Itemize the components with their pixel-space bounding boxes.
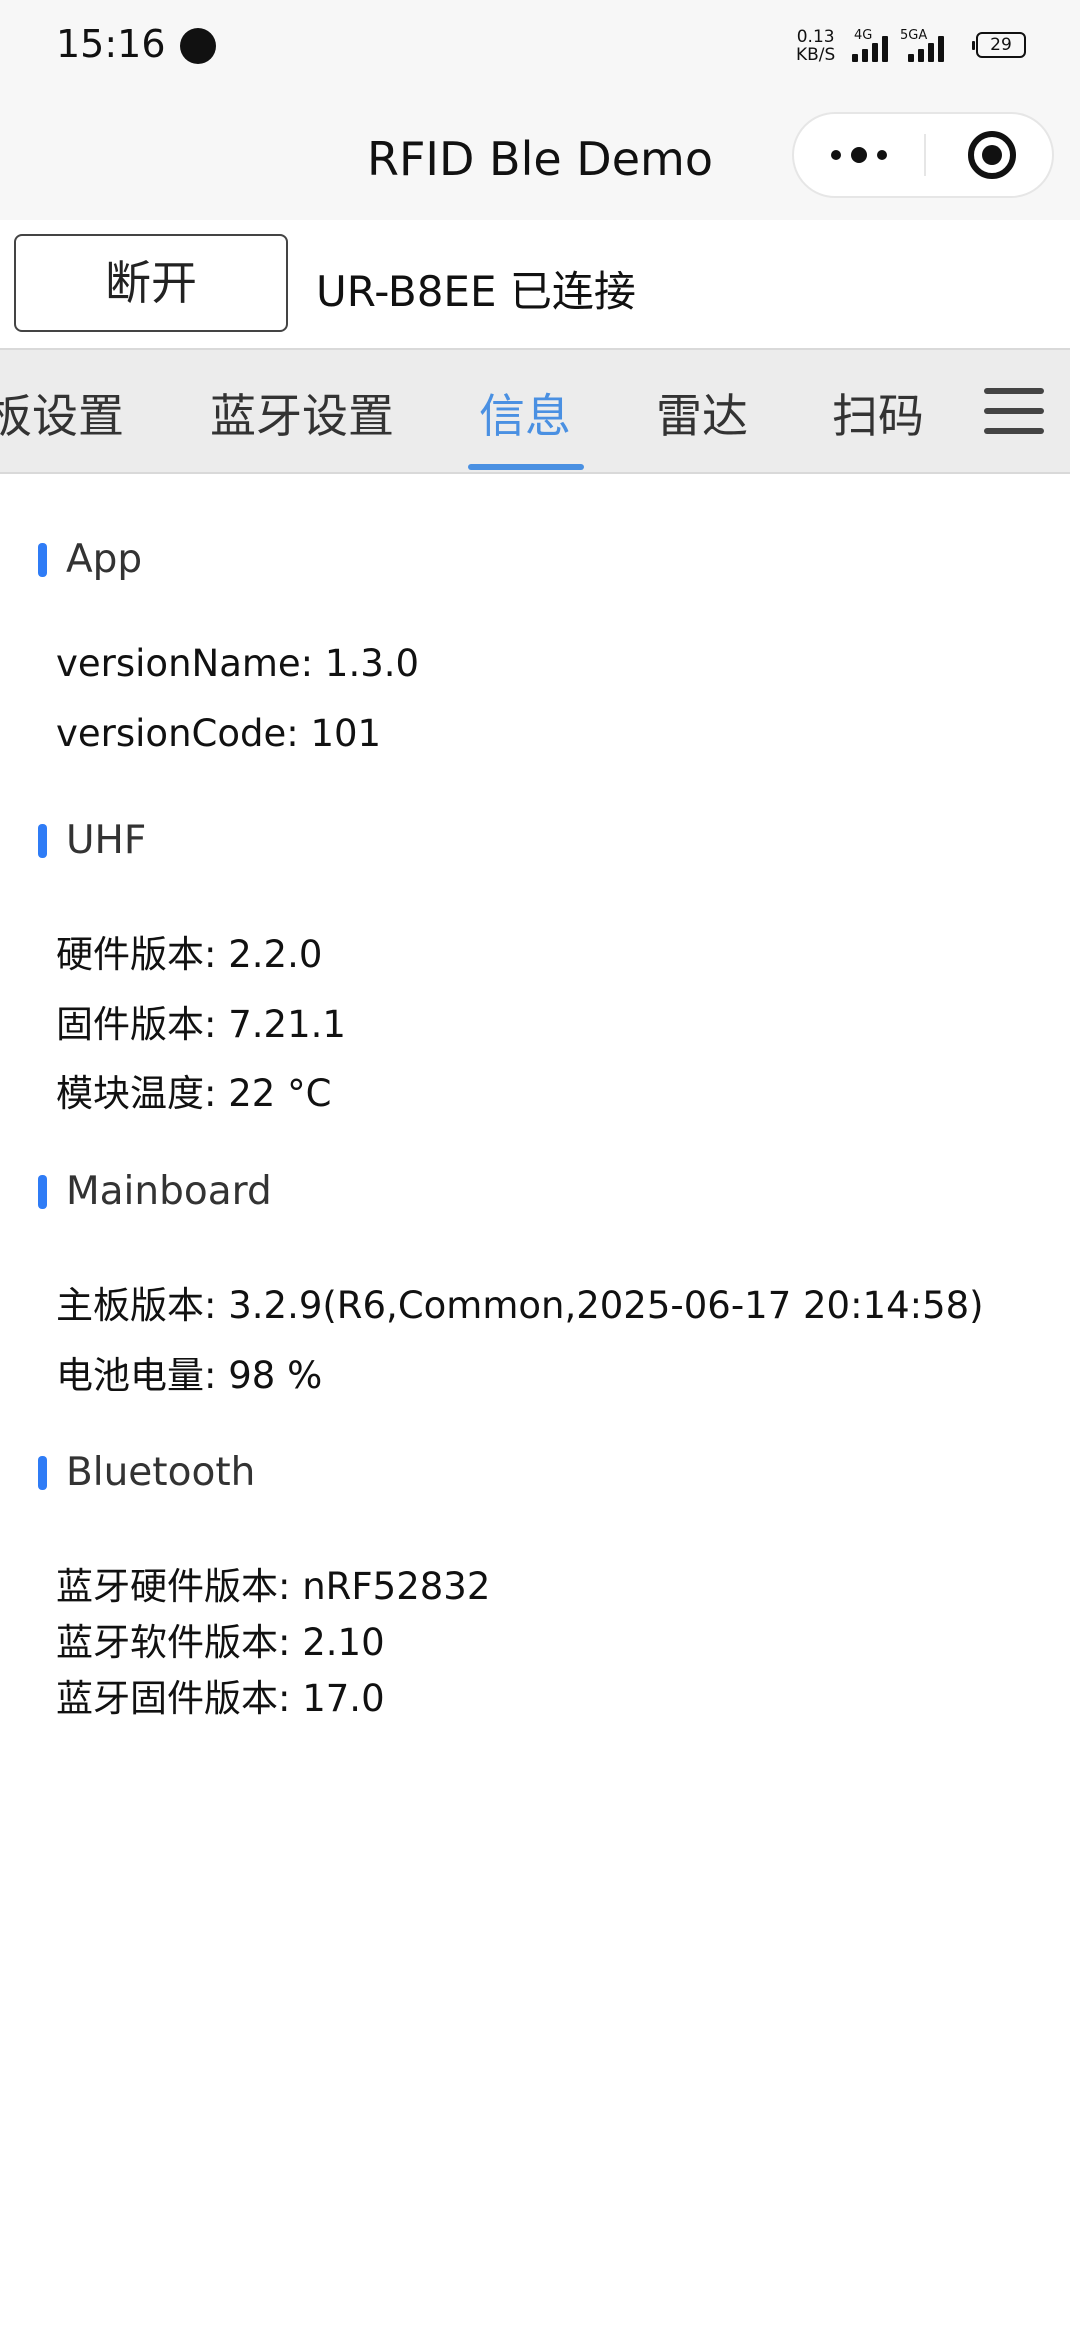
capsule-divider [924,134,926,176]
status-bar: 15:16 0.13 KB/S 4G 5GA 29 [0,0,1080,92]
tab-radar[interactable]: 雷达 [656,380,748,446]
navigation-bar: RFID Ble Demo [0,92,1080,220]
info-line: 硬件版本: 2.2.0 [56,933,323,976]
miniprogram-capsule [792,112,1054,198]
section-marker [38,1456,47,1490]
info-line: 电池电量: 98 % [56,1354,323,1397]
active-tab-indicator [468,464,584,470]
more-dots-icon[interactable] [794,114,924,196]
section-marker [38,1175,47,1209]
network-speed-unit: KB/S [796,45,836,65]
connection-status: UR-B8EE 已连接 [316,267,636,316]
target-circle-icon[interactable] [968,131,1016,179]
disconnect-button[interactable]: 断开 [14,234,288,332]
tab-bar: 板设置 蓝牙设置 信息 雷达 扫码 [0,348,1070,474]
section-title: App [66,537,143,582]
section-marker [38,824,47,858]
info-line: 蓝牙硬件版本: nRF52832 [56,1565,491,1608]
tab-bluetooth-settings[interactable]: 蓝牙设置 [210,380,394,446]
section-marker [38,543,47,577]
section-title: Bluetooth [66,1450,256,1495]
notification-dot-icon [180,28,216,64]
battery-level: 29 [990,35,1012,55]
tab-board-settings[interactable]: 板设置 [0,380,124,446]
network-speed-value: 0.13 [796,27,835,47]
signal-sim2-icon [908,36,944,62]
info-line: 固件版本: 7.21.1 [56,1003,346,1046]
network-speed: 0.13 KB/S [796,28,835,64]
signal-sim1-icon [852,36,888,62]
hamburger-menu-icon[interactable] [984,386,1044,436]
info-line: 主板版本: 3.2.9(R6,Common,2025-06-17 20:14:5… [56,1284,984,1327]
connection-row: 断开 UR-B8EE 已连接 [0,220,1080,348]
info-line: 模块温度: 22 °C [56,1072,332,1115]
status-time: 15:16 [56,22,166,66]
tab-info[interactable]: 信息 [479,380,571,446]
tab-scan[interactable]: 扫码 [832,380,924,446]
section-title: Mainboard [66,1169,272,1214]
battery-icon: 29 [972,32,1026,58]
info-line: versionName: 1.3.0 [56,642,420,685]
section-title: UHF [66,818,147,863]
info-line: 蓝牙软件版本: 2.10 [56,1621,385,1664]
info-line: versionCode: 101 [56,712,382,755]
info-line: 蓝牙固件版本: 17.0 [56,1677,385,1720]
